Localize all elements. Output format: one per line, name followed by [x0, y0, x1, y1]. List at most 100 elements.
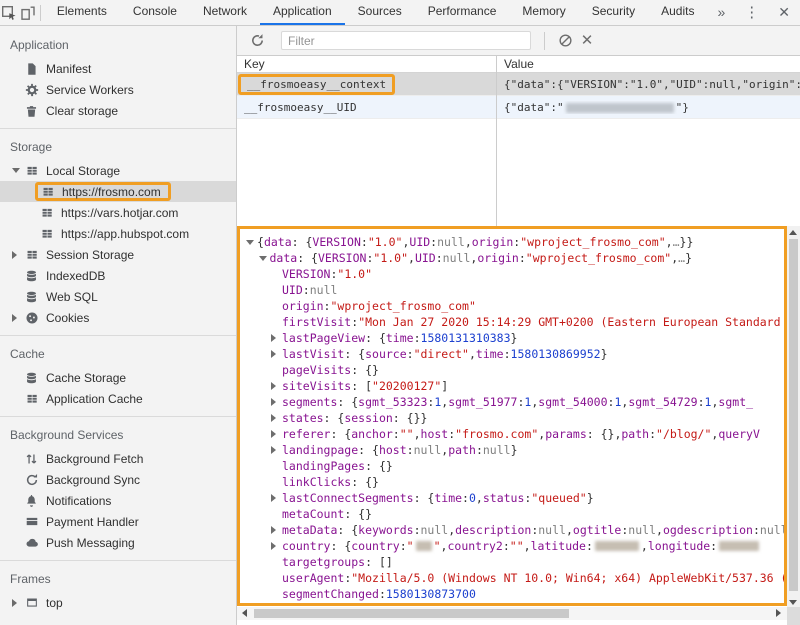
- tab-elements[interactable]: Elements: [44, 0, 120, 25]
- expander-right-icon[interactable]: [271, 398, 282, 406]
- preview-line[interactable]: UID: null: [242, 282, 784, 298]
- preview-line[interactable]: targetgroups: []: [242, 554, 784, 570]
- storage-items-table: Key Value __frosmoeasy__context{"data":{…: [237, 56, 800, 226]
- preview-line[interactable]: landingPages: {}: [242, 458, 784, 474]
- scroll-right-arrow-icon[interactable]: [776, 609, 781, 617]
- sidebar-item-payment-handler[interactable]: Payment Handler: [0, 511, 236, 532]
- sidebar-item-web-sql[interactable]: Web SQL: [0, 286, 236, 307]
- preview-line[interactable]: lastVisit: {source: "direct", time: 1580…: [242, 346, 784, 362]
- sidebar-item-service-workers[interactable]: Service Workers: [0, 79, 236, 100]
- scroll-down-arrow-icon[interactable]: [789, 600, 797, 605]
- expander-down-icon[interactable]: [246, 240, 257, 245]
- json-token: :: [586, 539, 593, 553]
- preview-line[interactable]: siteVisits: ["20200127"]: [242, 378, 784, 394]
- column-divider[interactable]: [496, 56, 497, 226]
- json-token: : {: [337, 395, 358, 409]
- preview-line[interactable]: origin: "wproject_frosmo_com": [242, 298, 784, 314]
- filter-input[interactable]: [281, 31, 531, 50]
- preview-line[interactable]: metaData: {keywords: null, description: …: [242, 522, 784, 538]
- devtools-close-icon[interactable]: ✕: [768, 0, 800, 25]
- preview-line[interactable]: data: {VERSION: "1.0", UID: null, origin…: [242, 250, 784, 266]
- preview-line[interactable]: referer: {anchor: "", host: "frosmo.com"…: [242, 426, 784, 442]
- sidebar-item-background-fetch[interactable]: Background Fetch: [0, 448, 236, 469]
- expander-right-icon[interactable]: [271, 446, 282, 454]
- json-token: ,: [441, 443, 448, 457]
- json-token: :: [531, 523, 538, 537]
- sidebar-item-cookies[interactable]: Cookies: [0, 307, 236, 328]
- delete-selected-icon[interactable]: ✕: [576, 30, 598, 52]
- expander-down-icon[interactable]: [259, 256, 270, 261]
- expander-right-icon[interactable]: [271, 414, 282, 422]
- sidebar-item-background-sync[interactable]: Background Sync: [0, 469, 236, 490]
- value-cell: {"data":""}: [496, 101, 800, 114]
- preview-line[interactable]: metaCount: {}: [242, 506, 784, 522]
- scrollbar-corner: [787, 607, 800, 625]
- preview-line[interactable]: lastPageView: {time: 1580131310383}: [242, 330, 784, 346]
- devtools-menu-icon[interactable]: ⋮: [735, 0, 768, 25]
- sidebar-item-notifications[interactable]: Notifications: [0, 490, 236, 511]
- expander-right-icon[interactable]: [271, 542, 282, 550]
- vertical-scrollbar[interactable]: [787, 226, 800, 619]
- refresh-icon[interactable]: [246, 30, 268, 52]
- sidebar-item-application-cache[interactable]: Application Cache: [0, 388, 236, 409]
- clear-all-icon[interactable]: [554, 30, 576, 52]
- chevron-right-icon[interactable]: [12, 251, 24, 259]
- vertical-scrollbar-thumb[interactable]: [789, 239, 798, 591]
- sidebar-item-local-storage[interactable]: Local Storage: [0, 160, 236, 181]
- scroll-left-arrow-icon[interactable]: [242, 609, 247, 617]
- sidebar-item-cache-storage[interactable]: Cache Storage: [0, 367, 236, 388]
- tab-performance[interactable]: Performance: [415, 0, 510, 25]
- json-token: 1: [614, 395, 621, 409]
- preview-line[interactable]: linkClicks: {}: [242, 474, 784, 490]
- json-token: : {: [330, 539, 351, 553]
- preview-line[interactable]: {data: {VERSION: "1.0", UID: null, origi…: [242, 234, 784, 250]
- expander-right-icon[interactable]: [271, 350, 282, 358]
- horizontal-scrollbar-thumb[interactable]: [254, 609, 569, 618]
- tab-console[interactable]: Console: [120, 0, 190, 25]
- json-token: :: [366, 251, 373, 265]
- expander-right-icon[interactable]: [271, 334, 282, 342]
- tab-memory[interactable]: Memory: [509, 0, 578, 25]
- preview-line[interactable]: country: {country: "", country2: "", lat…: [242, 538, 784, 554]
- expander-right-icon[interactable]: [271, 494, 282, 502]
- sidebar-item-session-storage[interactable]: Session Storage: [0, 244, 236, 265]
- table-row[interactable]: __frosmoeasy__context{"data":{"VERSION":…: [237, 73, 800, 96]
- preview-line[interactable]: firstVisit: "Mon Jan 27 2020 15:14:29 GM…: [242, 314, 784, 330]
- sidebar-item-https-frosmo-com[interactable]: https://frosmo.com: [0, 181, 236, 202]
- tab-sources[interactable]: Sources: [345, 0, 415, 25]
- preview-line[interactable]: states: {session: {}}: [242, 410, 784, 426]
- table-row[interactable]: __frosmoeasy__UID{"data":""}: [237, 96, 800, 119]
- chevron-right-icon[interactable]: [12, 599, 24, 607]
- sidebar-item-indexeddb[interactable]: IndexedDB: [0, 265, 236, 286]
- chevron-right-icon[interactable]: [12, 314, 24, 322]
- preview-line[interactable]: pageVisits: {}: [242, 362, 784, 378]
- tab-security[interactable]: Security: [579, 0, 648, 25]
- sidebar-item-label: top: [46, 596, 63, 610]
- device-toolbar-icon[interactable]: [19, 0, 38, 25]
- expander-right-icon[interactable]: [271, 526, 282, 534]
- chevron-down-icon[interactable]: [12, 168, 24, 173]
- more-tabs-chevron[interactable]: »: [707, 0, 735, 25]
- preview-line[interactable]: VERSION: "1.0": [242, 266, 784, 282]
- sidebar-item-https-app-hubspot-com[interactable]: https://app.hubspot.com: [0, 223, 236, 244]
- preview-line[interactable]: segments: {sgmt_53323: 1, sgmt_51977: 1,…: [242, 394, 784, 410]
- expander-right-icon[interactable]: [271, 382, 282, 390]
- redacted-value: [719, 541, 759, 551]
- preview-line[interactable]: lastConnectSegments: {time: 0, status: "…: [242, 490, 784, 506]
- preview-line[interactable]: userAgent: "Mozilla/5.0 (Windows NT 10.0…: [242, 570, 784, 586]
- expander-right-icon[interactable]: [271, 430, 282, 438]
- scroll-up-arrow-icon[interactable]: [789, 230, 797, 235]
- tab-network[interactable]: Network: [190, 0, 260, 25]
- sidebar-item-top[interactable]: top: [0, 592, 236, 613]
- sidebar-item-manifest[interactable]: Manifest: [0, 58, 236, 79]
- horizontal-scrollbar[interactable]: [237, 607, 787, 620]
- sidebar-item-push-messaging[interactable]: Push Messaging: [0, 532, 236, 553]
- json-token: : {: [414, 491, 435, 505]
- inspect-element-icon[interactable]: [0, 0, 19, 25]
- tab-application[interactable]: Application: [260, 0, 345, 25]
- tab-audits[interactable]: Audits: [648, 0, 707, 25]
- sidebar-item-clear-storage[interactable]: Clear storage: [0, 100, 236, 121]
- preview-line[interactable]: landingpage: {host: null, path: null}: [242, 442, 784, 458]
- sidebar-item-https-vars-hotjar-com[interactable]: https://vars.hotjar.com: [0, 202, 236, 223]
- preview-line[interactable]: segmentChanged: 1580130873700: [242, 586, 784, 602]
